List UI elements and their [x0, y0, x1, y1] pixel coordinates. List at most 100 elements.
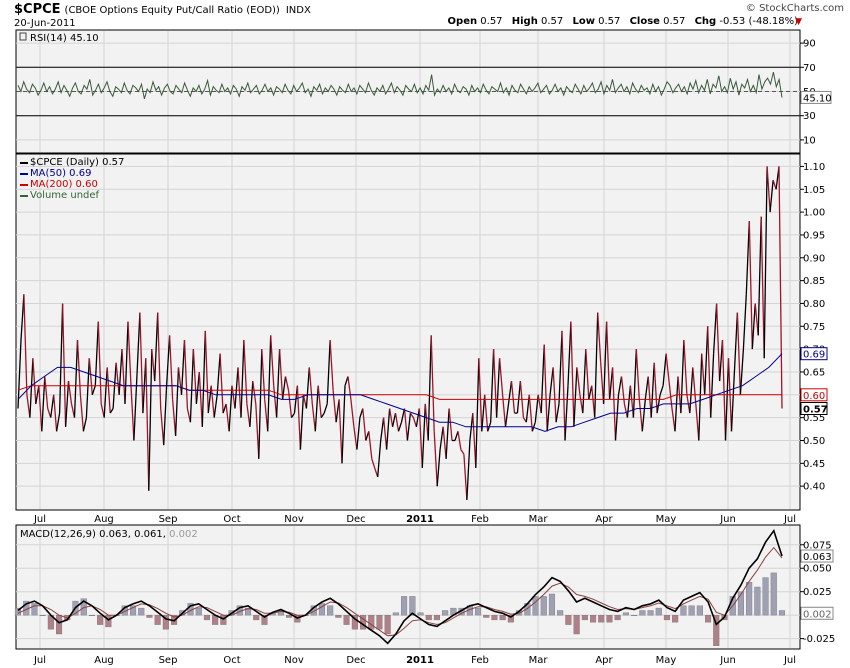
histogram-bar — [557, 610, 564, 616]
x-axis-label: Nov — [284, 514, 304, 525]
histogram-bar — [154, 615, 161, 625]
histogram-bar — [343, 615, 350, 625]
price-tick-label: 0.90 — [803, 253, 825, 264]
macd-x-axis: Jul Aug Sep Oct Nov Dec 2011 Feb Mar Apr May Jun Jul — [33, 655, 796, 666]
rsi-last-value-tag: 45.10 — [800, 90, 832, 104]
histogram-bar — [31, 603, 38, 616]
x-axis-label: Aug — [94, 655, 114, 666]
histogram-bar — [146, 615, 153, 618]
x-axis-label: Jun — [719, 514, 736, 525]
macd-tick-label: -0.025 — [803, 634, 835, 645]
histogram-bar — [532, 596, 539, 616]
histogram-bar — [253, 615, 260, 621]
histogram-bar — [335, 615, 342, 618]
legend-swatch — [20, 173, 28, 175]
x-axis-label: 2011 — [406, 514, 434, 525]
price-legend-entry: $CPCE (Daily) 0.57 — [30, 157, 124, 168]
price-tick-label: 0.80 — [803, 299, 825, 310]
rsi-tick-label: 70 — [803, 63, 816, 74]
histogram-bar — [622, 612, 629, 616]
price-legend-entry: Volume undef — [30, 190, 100, 201]
macd-last-value: 0.063 — [803, 552, 832, 563]
histogram-bar — [433, 615, 441, 621]
x-axis-label: May — [656, 514, 677, 525]
histogram-bar — [770, 572, 777, 616]
x-axis-label: Oct — [223, 514, 240, 525]
x-axis-label: Sep — [159, 655, 178, 666]
histogram-bar — [499, 615, 506, 621]
x-axis-label: Feb — [471, 514, 489, 525]
histogram-bar — [548, 593, 555, 616]
histogram-bar — [401, 596, 408, 616]
histogram-bar — [286, 615, 293, 618]
x-axis-label: Mar — [529, 655, 549, 666]
macd-legend: MACD(12,26,9) 0.063, 0.061, 0.002 — [20, 529, 198, 540]
histogram-bar — [376, 615, 383, 630]
histogram-bar — [746, 582, 753, 616]
histogram-bar — [540, 596, 547, 616]
price-tick-label: 1.10 — [803, 162, 825, 173]
histogram-bar — [598, 615, 605, 623]
rsi-tick-label: 90 — [803, 39, 816, 50]
ma50-last-value: 0.69 — [803, 350, 825, 361]
x-axis-label: Dec — [346, 514, 365, 525]
histogram-bar — [655, 607, 662, 616]
price-panel: $CPCE (Daily) 0.57MA(50) 0.69MA(200) 0.6… — [15, 153, 828, 511]
histogram-bar — [762, 577, 769, 616]
x-axis-label: May — [656, 655, 677, 666]
x-axis-label: Aug — [94, 514, 114, 525]
histogram-bar — [97, 615, 104, 625]
histogram-bar — [680, 605, 687, 616]
price-y-axis: 0.400.450.500.550.600.650.700.750.800.85… — [800, 162, 825, 493]
histogram-bar — [368, 615, 375, 630]
price-tick-label: 0.65 — [803, 367, 825, 378]
rsi-panel: RSI(14) 45.10 1030507090 45.10 — [15, 29, 832, 154]
histogram-bar — [203, 615, 211, 621]
histogram-bar — [631, 615, 638, 616]
price-tick-label: 0.40 — [803, 482, 825, 493]
histogram-bar — [581, 615, 588, 621]
x-axis-label: Jul — [783, 655, 796, 666]
macd-tick-label: 0.025 — [803, 587, 832, 598]
histogram-bar — [606, 615, 613, 623]
histogram-bar — [696, 605, 703, 616]
histogram-bar — [754, 586, 761, 616]
price-panel-bg — [15, 153, 801, 511]
x-axis-label: Apr — [595, 514, 613, 525]
x-axis-label: Feb — [471, 655, 489, 666]
price-tick-label: 1.05 — [803, 185, 825, 196]
price-legend-entry: MA(200) 0.60 — [30, 179, 98, 190]
histogram-bar — [614, 615, 621, 621]
price-tick-label: 1.00 — [803, 208, 825, 219]
price-tick-label: 0.75 — [803, 322, 825, 333]
histogram-bar — [384, 615, 391, 635]
histogram-bar — [105, 615, 112, 628]
histogram-bar — [475, 607, 482, 616]
histogram-bar — [39, 615, 46, 616]
price-last-value-tags: 0.69 0.60 0.57 — [800, 347, 828, 416]
histogram-bar — [565, 615, 572, 625]
histogram-bar — [327, 605, 334, 616]
macd-last-value-tags: 0.063 0.002 — [800, 549, 834, 620]
x-axis-label: Mar — [529, 514, 549, 525]
histogram-bar — [483, 615, 490, 618]
x-axis-label: Jul — [33, 655, 46, 666]
x-axis-label: Dec — [346, 655, 365, 666]
price-tick-label: 0.45 — [803, 459, 825, 470]
price-legend-entry: MA(50) 0.69 — [30, 168, 91, 179]
x-axis-label: Jun — [719, 655, 736, 666]
histogram-bar — [663, 615, 670, 621]
x-axis-label: Jul — [33, 514, 46, 525]
rsi-tick-label: 30 — [803, 111, 816, 122]
chart-canvas: RSI(14) 45.10 1030507090 45.10 $CPCE (Da… — [14, 29, 835, 666]
histogram-bar — [56, 615, 63, 635]
x-axis-label: Sep — [159, 514, 178, 525]
price-tick-label: 0.85 — [803, 276, 825, 287]
legend-swatch — [20, 195, 28, 197]
macd-legend-hist: 0.002 — [169, 529, 198, 540]
macd-panel-bg — [15, 524, 801, 650]
macd-legend-main: MACD(12,26,9) 0.063, 0.061, — [20, 529, 169, 540]
rsi-legend: RSI(14) 45.10 — [30, 33, 99, 44]
histogram-bar — [442, 610, 449, 616]
histogram-bar — [138, 607, 145, 616]
